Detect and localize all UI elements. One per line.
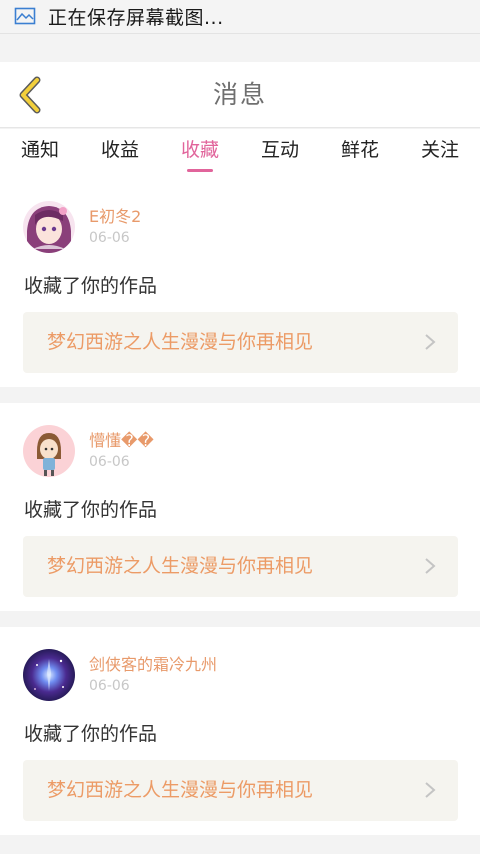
avatar-image [23,649,75,701]
status-text: 正在保存屏幕截图... [48,7,224,29]
tab-earnings[interactable]: 收益 [80,129,160,179]
message-date: 06-06 [89,678,130,694]
avatar-image [23,425,75,477]
avatar-image [23,201,75,253]
chevron-right-icon [425,558,436,574]
work-link[interactable]: 梦幻西游之人生漫漫与你再相见 [23,760,458,821]
tab-interactions[interactable]: 互动 [240,129,320,179]
action-text: 收藏了你的作品 [24,723,158,745]
chevron-right-icon [425,782,436,798]
avatar[interactable] [23,425,75,477]
username[interactable]: 懵懂�� [89,427,154,451]
avatar[interactable] [23,649,75,701]
action-text: 收藏了你的作品 [24,499,158,521]
tab-bar: 通知 收益 收藏 互动 鲜花 关注 [0,129,480,179]
tab-favorites[interactable]: 收藏 [160,129,240,179]
page-title: 消息 [212,80,267,109]
work-title: 梦幻西游之人生漫漫与你再相见 [47,779,314,801]
action-text: 收藏了你的作品 [24,275,158,297]
username[interactable]: 剑侠客的霜冷九州 [89,651,217,675]
work-link[interactable]: 梦幻西游之人生漫漫与你再相见 [23,536,458,597]
username[interactable]: E初冬2 [89,203,141,227]
work-title: 梦幻西游之人生漫漫与你再相见 [47,331,314,353]
app-header: 消息 [0,62,480,128]
status-bar: 正在保存屏幕截图... [0,0,480,34]
message-date: 06-06 [89,230,130,246]
screenshot-icon [14,7,36,24]
message-list: E初冬2 06-06 收藏了你的作品 梦幻西游之人生漫漫与你再相见 懵懂�� 0… [0,179,480,851]
work-link[interactable]: 梦幻西游之人生漫漫与你再相见 [23,312,458,373]
work-title: 梦幻西游之人生漫漫与你再相见 [47,555,314,577]
tab-notifications[interactable]: 通知 [0,129,80,179]
avatar[interactable] [23,201,75,253]
message-date: 06-06 [89,454,130,470]
message-card: 剑侠客的霜冷九州 06-06 收藏了你的作品 梦幻西游之人生漫漫与你再相见 [0,627,480,835]
tab-flowers[interactable]: 鲜花 [320,129,400,179]
message-card: 懵懂�� 06-06 收藏了你的作品 梦幻西游之人生漫漫与你再相见 [0,403,480,611]
chevron-right-icon [425,334,436,350]
message-card: E初冬2 06-06 收藏了你的作品 梦幻西游之人生漫漫与你再相见 [0,179,480,387]
tab-follows[interactable]: 关注 [400,129,480,179]
